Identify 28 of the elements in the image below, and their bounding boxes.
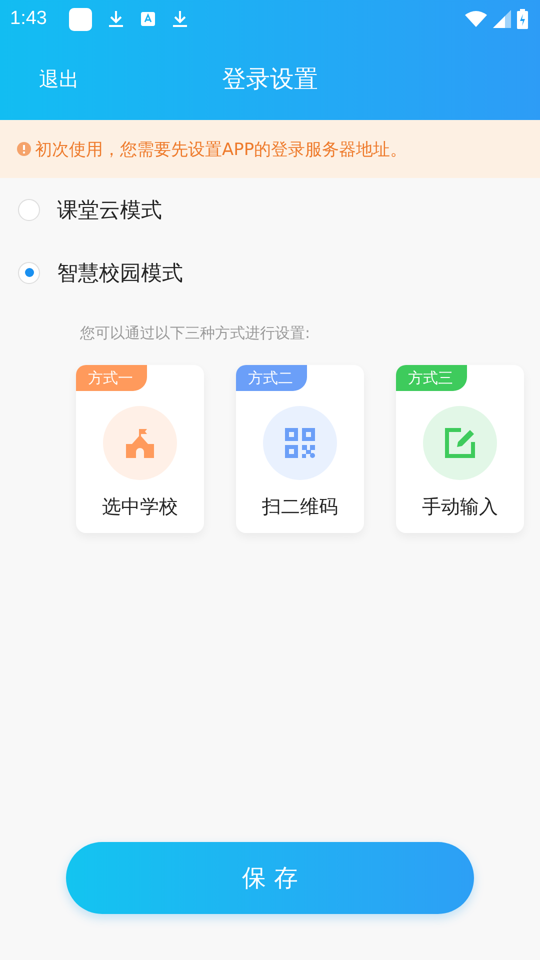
warning-icon xyxy=(17,142,31,156)
method-label: 选中学校 xyxy=(102,495,178,520)
method-tag: 方式一 xyxy=(76,365,147,391)
keyboard-icon xyxy=(140,11,156,27)
download-icon xyxy=(108,10,124,28)
method-label: 手动输入 xyxy=(422,495,498,520)
wifi-icon xyxy=(465,11,487,27)
method-card[interactable]: 方式三 手动输入 xyxy=(396,365,524,533)
download-icon xyxy=(172,10,188,28)
battery-icon xyxy=(517,9,528,29)
hint-text: 您可以通过以下三种方式进行设置: xyxy=(79,324,312,343)
mode-label[interactable]: 课堂云模式 xyxy=(57,196,162,224)
method-tag: 方式三 xyxy=(396,365,467,391)
notification-icon xyxy=(68,8,92,30)
method-card[interactable]: 方式二 扫二维码 xyxy=(236,365,364,533)
mode-label[interactable]: 智慧校园模式 xyxy=(57,258,183,286)
status-time: 1:43 xyxy=(10,8,47,30)
page-title: 登录设置 xyxy=(221,64,319,95)
method-tag: 方式二 xyxy=(236,365,307,391)
method-card[interactable]: 方式一 选中学校 xyxy=(76,365,204,533)
radio-button[interactable] xyxy=(18,262,40,284)
signal-icon xyxy=(493,10,511,28)
method-label: 扫二维码 xyxy=(262,495,338,520)
radio-button[interactable] xyxy=(18,198,40,220)
castle-icon xyxy=(123,426,157,460)
edit-icon xyxy=(443,426,477,460)
qr-code-icon xyxy=(283,426,317,460)
notice-text: 初次使用，您需要先设置APP的登录服务器地址。 xyxy=(35,138,408,160)
